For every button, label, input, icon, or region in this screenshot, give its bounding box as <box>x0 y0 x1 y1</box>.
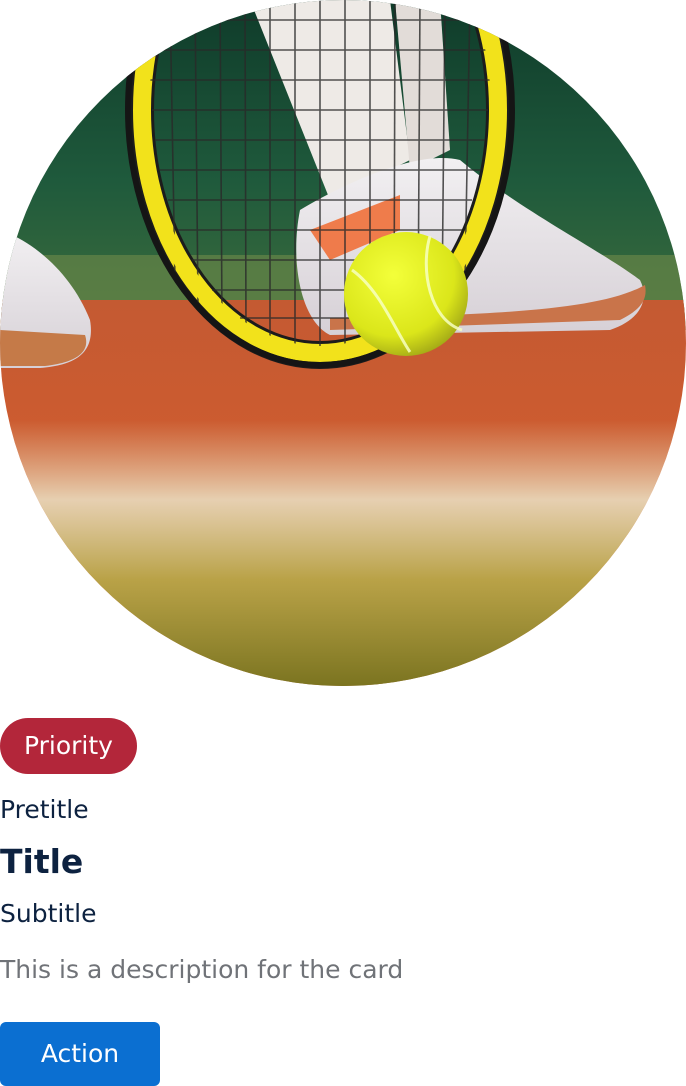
tennis-photo <box>0 0 686 686</box>
action-button[interactable]: Action <box>0 1022 160 1086</box>
card-description: This is a description for the card <box>0 955 404 984</box>
priority-badge: Priority <box>0 718 137 774</box>
card-pretitle: Pretitle <box>0 795 89 824</box>
card-image <box>0 0 686 686</box>
card-subtitle: Subtitle <box>0 899 97 928</box>
card: Priority Pretitle Title Subtitle This is… <box>0 0 686 1086</box>
card-title: Title <box>0 842 84 881</box>
